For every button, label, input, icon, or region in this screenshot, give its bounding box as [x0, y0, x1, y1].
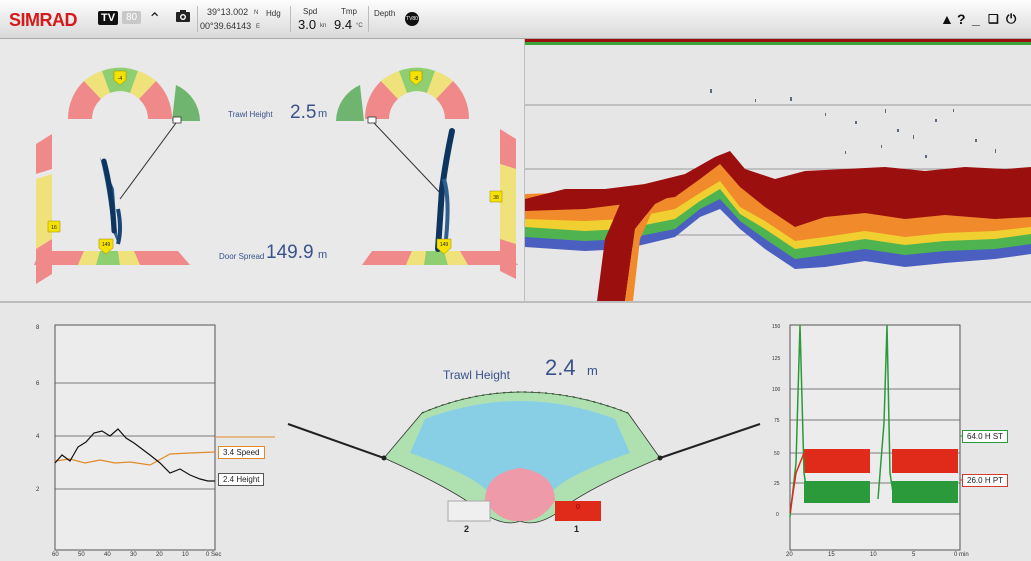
- brand-badge-model: 80: [122, 11, 142, 24]
- right-top-marker-text: -8: [414, 76, 419, 82]
- speed-legend: 3.4 Speed: [218, 446, 265, 459]
- trawl-door-graphics: -4 16 149 -8 38 149: [34, 67, 518, 284]
- minimize-icon[interactable]: _: [972, 11, 980, 27]
- right-y-tick: 150: [772, 324, 781, 330]
- door-spread-unit: m: [318, 249, 328, 261]
- longitude-value: 00°39.64143: [200, 21, 252, 31]
- left-x-tick: 0 Sec: [206, 552, 221, 558]
- left-x-tick: 20: [156, 552, 163, 558]
- left-side-marker-text: 16: [51, 225, 57, 231]
- echogram-image: [525, 39, 1031, 301]
- warning-icon[interactable]: ▲: [940, 11, 954, 27]
- sensor-2-label: 2: [464, 524, 470, 534]
- right-x-tick: 20: [786, 552, 793, 558]
- speed-value: 3.0: [298, 17, 317, 32]
- left-y-tick: 2: [36, 487, 40, 493]
- brand-logo: SIMRAD: [9, 10, 78, 30]
- latitude-hemisphere: N: [254, 10, 259, 16]
- speed-legend-value: 3.4: [223, 448, 235, 457]
- trawl-height-unit: m: [318, 108, 328, 120]
- right-x-tick: 15: [828, 552, 835, 558]
- right-y-tick: 0: [776, 512, 779, 518]
- temperature-label: Tmp: [341, 7, 357, 16]
- left-bottom-marker-text: 149: [102, 242, 111, 248]
- right-y-tick: 125: [772, 356, 781, 362]
- left-x-tick: 30: [130, 552, 137, 558]
- h-pt-legend: 26.0 H PT: [962, 474, 1009, 487]
- right-x-tick: 10: [870, 552, 877, 558]
- chevron-up-icon[interactable]: ⌃: [148, 9, 161, 29]
- left-x-tick: 10: [182, 552, 189, 558]
- right-y-tick: 100: [772, 387, 781, 393]
- right-y-tick: 50: [774, 451, 780, 457]
- depth-label: Depth: [374, 9, 396, 18]
- left-x-tick: 50: [78, 552, 85, 558]
- temperature-unit: °C: [356, 23, 363, 29]
- height-legend-name: Height: [236, 475, 260, 484]
- right-side-marker-text: 38: [493, 195, 499, 201]
- right-y-tick: 75: [774, 418, 780, 424]
- brand-badge: TV: [98, 11, 119, 25]
- speed-height-history-chart[interactable]: 8 6 4 2 60 50 40 30 20 10 0 Sec: [0, 303, 290, 561]
- trawl-opening-graphic: [287, 391, 761, 524]
- height-legend-value: 2.4: [223, 475, 235, 484]
- h-pt-legend-name: H PT: [984, 476, 1004, 485]
- echogram-panel[interactable]: [525, 39, 1031, 301]
- center-trawl-height-value: 2.4: [545, 355, 576, 380]
- door-spread-label: Door Spread: [219, 252, 265, 261]
- speed-label: Spd: [303, 7, 318, 16]
- heading-label: Hdg: [266, 9, 281, 18]
- door-spread-value: 149.9: [266, 242, 314, 263]
- left-y-tick: 4: [36, 434, 40, 440]
- top-toolbar: SIMRAD TV 80 ⌃ 39°13.002 N 00°39.64143 E…: [0, 0, 1031, 39]
- height-legend: 2.4 Height: [218, 473, 265, 486]
- left-x-tick: 40: [104, 552, 111, 558]
- depth-sensor-icon[interactable]: TV80: [405, 12, 419, 26]
- left-x-tick: 60: [52, 552, 59, 558]
- right-y-tick: 25: [774, 481, 780, 487]
- camera-icon[interactable]: [175, 9, 191, 28]
- sensor-1-label: 1: [574, 524, 580, 534]
- latitude-value: 39°13.002: [207, 7, 249, 17]
- h-st-legend-value: 64.0: [967, 432, 983, 441]
- right-x-tick: 5: [912, 552, 916, 558]
- h-st-legend: 64.0 H ST: [962, 430, 1009, 443]
- right-x-tick: 0 min: [954, 552, 969, 558]
- temperature-value: 9.4: [334, 17, 353, 32]
- h-st-legend-name: H ST: [984, 432, 1004, 441]
- trawl-geometry-panel: -4 16 149 -8 38 149 Trawl Height 2.5 m D…: [0, 39, 525, 301]
- help-icon[interactable]: ?: [957, 11, 966, 27]
- right-bottom-marker-text: 149: [440, 242, 449, 248]
- center-trawl-height-label: Trawl Height: [443, 368, 510, 382]
- bottom-panel: 8 6 4 2 60 50 40 30 20 10 0 Sec 3.4 Spee…: [0, 303, 1031, 561]
- speed-unit: kn: [320, 23, 327, 29]
- left-y-tick: 6: [36, 381, 40, 387]
- left-top-marker-text: -4: [118, 76, 123, 82]
- restore-icon[interactable]: ❑: [988, 12, 999, 26]
- longitude-hemisphere: E: [256, 24, 261, 30]
- left-y-tick: 8: [36, 325, 40, 331]
- sensor-1-value: 0: [576, 504, 580, 511]
- trawl-height-value: 2.5: [290, 102, 317, 123]
- trawl-height-label: Trawl Height: [228, 110, 273, 119]
- center-trawl-height-unit: m: [587, 363, 598, 378]
- h-pt-legend-value: 26.0: [967, 476, 983, 485]
- speed-legend-name: Speed: [236, 448, 260, 457]
- power-icon[interactable]: ⏻: [1006, 11, 1016, 27]
